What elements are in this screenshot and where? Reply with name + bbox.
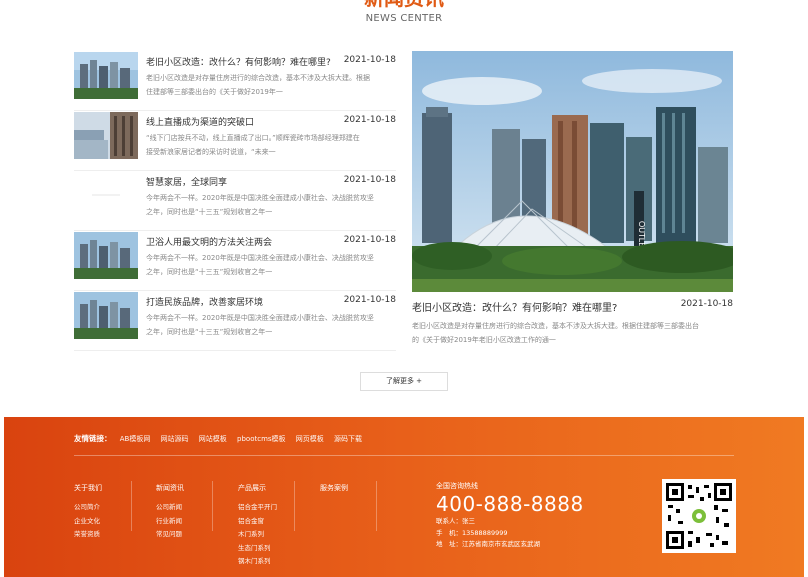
- footer-column-news: 新闻资讯 公司新闻 行业新闻 常见问题: [156, 483, 184, 542]
- featured-title[interactable]: 老旧小区改造：改什么？有何影响？难在哪里?: [412, 299, 617, 314]
- section-title: 新闻资讯: [0, 0, 808, 8]
- footer-column-about: 关于我们 公司简介 企业文化 荣誉资质: [74, 483, 102, 542]
- footer-link[interactable]: 木门系列: [238, 528, 277, 542]
- friend-link[interactable]: pbootcms模板: [237, 435, 286, 443]
- more-button[interactable]: 了解更多 +: [360, 372, 448, 391]
- friend-links: 友情链接： AB模板网 网站源码 网站模板 pbootcms模板 网页模板 源码…: [74, 433, 370, 444]
- featured-date: 2021-10-18: [680, 299, 733, 309]
- news-date: 2021-10-18: [343, 55, 396, 65]
- footer-link[interactable]: 公司简介: [74, 501, 102, 515]
- news-thumbnail[interactable]: [74, 172, 138, 219]
- news-desc-line: 接受新浪家居记者的采访时说道，“未来一: [146, 148, 276, 156]
- footer-link[interactable]: 生态门系列: [238, 542, 277, 556]
- news-title[interactable]: 智慧家居，全球同享: [146, 175, 227, 188]
- footer: 友情链接： AB模板网 网站源码 网站模板 pbootcms模板 网页模板 源码…: [4, 417, 804, 577]
- news-desc: 老旧小区改造是对存量住房进行的综合改造，基本不涉及大拆大建。根据 住建部等三部委…: [146, 71, 396, 99]
- footer-link[interactable]: 行业新闻: [156, 515, 184, 529]
- news-thumbnail[interactable]: [74, 232, 138, 279]
- news-item[interactable]: 线上直播成为渠道的突破口 2021-10-18 “线下门店按兵不动，线上直播成了…: [74, 111, 396, 171]
- news-title[interactable]: 老旧小区改造：改什么？有何影响？难在哪里?: [146, 55, 331, 68]
- footer-contact: 全国咨询热线 400-888-8888 联系人：张三 手 机：135888899…: [436, 481, 584, 551]
- qr-code-icon: [662, 479, 736, 553]
- news-desc: 今年两会不一样。2020年既是中国决胜全面建成小康社会、决战脱贫攻坚 之年，同时…: [146, 251, 396, 279]
- footer-link[interactable]: 钢木门系列: [238, 555, 277, 569]
- footer-link[interactable]: 铝合金平开门: [238, 501, 277, 515]
- friend-link[interactable]: AB模板网: [120, 435, 151, 443]
- footer-divider-vertical: [131, 481, 132, 531]
- news-thumbnail[interactable]: [74, 52, 138, 99]
- news-desc: 今年两会不一样。2020年既是中国决胜全面建成小康社会、决战脱贫攻坚 之年，同时…: [146, 191, 396, 219]
- footer-column-head[interactable]: 服务案例: [320, 483, 348, 493]
- friend-link[interactable]: 网站源码: [161, 435, 189, 443]
- footer-column-products: 产品展示 铝合金平开门 铝合金窗 木门系列 生态门系列 钢木门系列: [238, 483, 277, 569]
- featured-image[interactable]: OUTLET: [412, 51, 733, 292]
- news-date: 2021-10-18: [343, 175, 396, 185]
- footer-link[interactable]: 企业文化: [74, 515, 102, 529]
- featured-desc-line: 的《关于做好2019年老旧小区改造工作的通一: [412, 336, 556, 344]
- contact-person: 联系人：张三: [436, 517, 475, 525]
- footer-column-cases: 服务案例: [320, 483, 348, 501]
- friend-link[interactable]: 网页模板: [296, 435, 324, 443]
- featured-news[interactable]: OUTLET 老旧小区改造：改什么？有何影响？难在哪里? 2021-10-18 …: [412, 51, 733, 344]
- news-desc-line: 之年，同时也是“十三五”规划收官之年一: [146, 328, 273, 336]
- featured-desc-line: 老旧小区改造是对存量住房进行的综合改造，基本不涉及大拆大建。根据住建部等三部委出…: [412, 322, 699, 330]
- news-date: 2021-10-18: [343, 115, 396, 125]
- news-desc-line: 住建部等三部委出台的《关于做好2019年一: [146, 88, 283, 96]
- hotline-label: 全国咨询热线: [436, 482, 478, 490]
- footer-divider-vertical: [294, 481, 295, 531]
- contact-mobile: 手 机：13588889999: [436, 528, 508, 537]
- news-item[interactable]: 老旧小区改造：改什么？有何影响？难在哪里? 2021-10-18 老旧小区改造是…: [74, 51, 396, 111]
- footer-link[interactable]: 荣誉资质: [74, 528, 102, 542]
- news-date: 2021-10-18: [343, 235, 396, 245]
- news-item[interactable]: 智慧家居，全球同享 2021-10-18 今年两会不一样。2020年既是中国决胜…: [74, 171, 396, 231]
- news-title[interactable]: 线上直播成为渠道的突破口: [146, 115, 254, 128]
- news-title[interactable]: 卫浴人用最文明的方法关注两会: [146, 235, 272, 248]
- contact-address: 地 址：江苏省南京市玄武区玄武湖: [436, 540, 540, 548]
- section-subtitle: NEWS CENTER: [365, 13, 443, 24]
- friend-link[interactable]: 源码下载: [334, 435, 362, 443]
- news-thumbnail[interactable]: [74, 112, 138, 159]
- footer-link[interactable]: 公司新闻: [156, 501, 184, 515]
- news-date: 2021-10-18: [343, 295, 396, 305]
- hotline-number[interactable]: 400-888-8888: [436, 492, 584, 516]
- news-title[interactable]: 打造民族品牌，改善家居环境: [146, 295, 263, 308]
- news-item[interactable]: 卫浴人用最文明的方法关注两会 2021-10-18 今年两会不一样。2020年既…: [74, 231, 396, 291]
- news-desc-line: 今年两会不一样。2020年既是中国决胜全面建成小康社会、决战脱贫攻坚: [146, 194, 374, 202]
- footer-column-head[interactable]: 关于我们: [74, 483, 102, 493]
- news-thumbnail[interactable]: [74, 292, 138, 339]
- friend-link[interactable]: 网站模板: [199, 435, 227, 443]
- news-desc-line: 之年，同时也是“十三五”规划收官之年一: [146, 208, 273, 216]
- news-desc-line: 老旧小区改造是对存量住房进行的综合改造，基本不涉及大拆大建。根据: [146, 74, 370, 82]
- footer-divider-vertical: [376, 481, 377, 531]
- news-item[interactable]: 打造民族品牌，改善家居环境 2021-10-18 今年两会不一样。2020年既是…: [74, 291, 396, 351]
- footer-divider-vertical: [212, 481, 213, 531]
- news-desc: “线下门店按兵不动，线上直播成了出口。”顺辉瓷砖市场部经理郑建在 接受新浪家居记…: [146, 131, 396, 159]
- footer-divider: [74, 455, 734, 456]
- footer-column-head[interactable]: 新闻资讯: [156, 483, 184, 493]
- news-desc-line: 今年两会不一样。2020年既是中国决胜全面建成小康社会、决战脱贫攻坚: [146, 314, 374, 322]
- news-desc-line: 今年两会不一样。2020年既是中国决胜全面建成小康社会、决战脱贫攻坚: [146, 254, 374, 262]
- footer-link[interactable]: 铝合金窗: [238, 515, 277, 529]
- news-desc-line: 之年，同时也是“十三五”规划收官之年一: [146, 268, 273, 276]
- featured-desc: 老旧小区改造是对存量住房进行的综合改造，基本不涉及大拆大建。根据住建部等三部委出…: [412, 319, 733, 347]
- friend-links-label: 友情链接：: [74, 434, 112, 443]
- footer-column-head[interactable]: 产品展示: [238, 483, 277, 493]
- news-desc: 今年两会不一样。2020年既是中国决胜全面建成小康社会、决战脱贫攻坚 之年，同时…: [146, 311, 396, 339]
- news-list: 老旧小区改造：改什么？有何影响？难在哪里? 2021-10-18 老旧小区改造是…: [74, 51, 396, 351]
- footer-link[interactable]: 常见问题: [156, 528, 184, 542]
- news-desc-line: “线下门店按兵不动，线上直播成了出口。”顺辉瓷砖市场部经理郑建在: [146, 134, 360, 142]
